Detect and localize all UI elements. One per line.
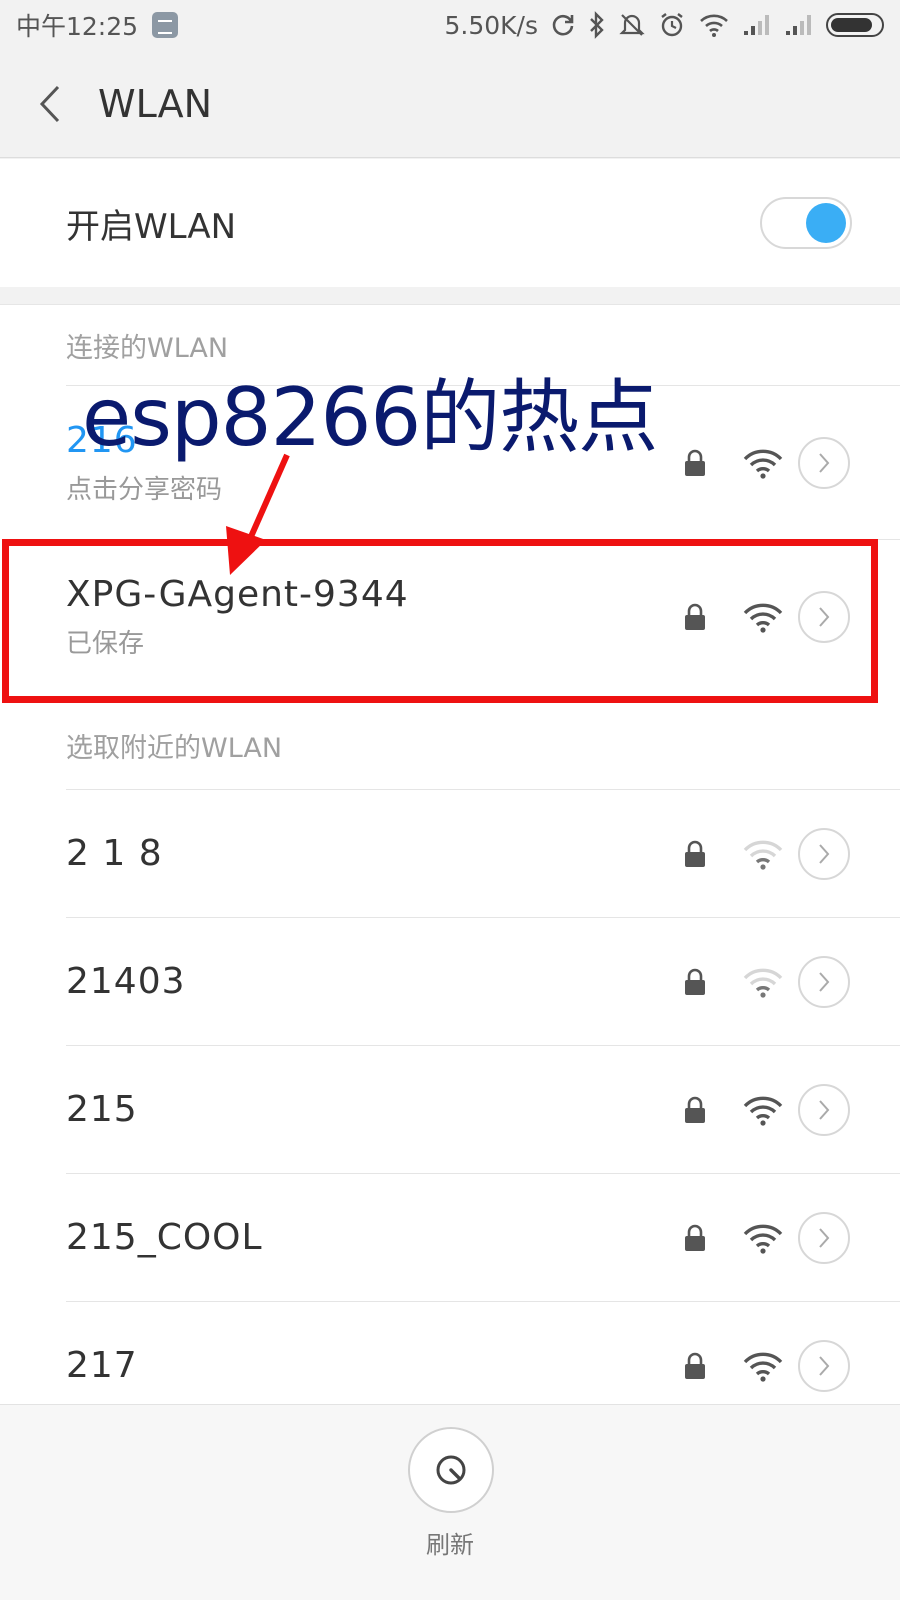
network-details-button[interactable]	[798, 590, 850, 643]
toggle-knob	[806, 203, 846, 243]
network-speed: 5.50K/s	[444, 10, 538, 40]
wlan-toggle-row[interactable]: 开启WLAN	[0, 159, 900, 287]
network-ssid: 2 1 8	[66, 833, 163, 874]
back-button[interactable]	[0, 50, 90, 158]
chevron-right-icon	[819, 606, 830, 627]
network-details-button[interactable]	[798, 1339, 850, 1392]
signal-icon	[742, 13, 772, 37]
wifi-signal-icon	[742, 966, 784, 998]
wlan-toggle-label: 开启WLAN	[66, 206, 237, 247]
network-details-button[interactable]	[798, 1211, 850, 1264]
bottom-bar: 刷新	[0, 1404, 900, 1600]
signal-icon	[784, 13, 814, 37]
lock-icon	[684, 1096, 706, 1124]
bluetooth-icon	[588, 11, 606, 39]
battery-level	[831, 18, 872, 32]
wifi-signal-icon	[742, 838, 784, 870]
network-status: 点击分享密码	[66, 474, 223, 505]
chevron-left-icon	[39, 85, 60, 122]
wifi-signal-icon	[742, 1094, 784, 1126]
app-notification-icon	[152, 12, 179, 38]
network-ssid: 215_COOL	[66, 1217, 263, 1258]
refresh-button[interactable]	[408, 1427, 494, 1513]
network-status: 已保存	[66, 628, 145, 659]
lock-icon	[684, 449, 706, 477]
wifi-signal-icon	[742, 447, 784, 479]
lock-icon	[684, 603, 706, 631]
nearby-section-header: 选取附近的WLAN	[66, 732, 283, 764]
network-details-button[interactable]	[798, 436, 850, 489]
network-row[interactable]: XPG-GAgent-9344 已保存	[66, 539, 900, 693]
network-ssid: XPG-GAgent-9344	[66, 573, 409, 615]
network-ssid: 217	[66, 1345, 138, 1386]
battery-icon	[826, 13, 884, 37]
annotation-label: esp8266的热点	[82, 371, 658, 464]
network-row[interactable]: 215_COOL	[66, 1173, 900, 1301]
lock-icon	[684, 1224, 706, 1252]
page-title: WLAN	[98, 81, 213, 126]
status-bar: 中午12:25 5.50K/s	[0, 0, 900, 50]
network-row[interactable]: 215	[66, 1045, 900, 1173]
network-details-button[interactable]	[798, 955, 850, 1008]
mute-icon	[618, 11, 646, 39]
wifi-icon	[698, 12, 730, 38]
chevron-right-icon	[819, 971, 830, 992]
chevron-right-icon	[819, 843, 830, 864]
wifi-signal-icon	[742, 1350, 784, 1382]
chevron-right-icon	[819, 452, 830, 473]
action-bar: WLAN	[0, 50, 900, 158]
chevron-right-icon	[819, 1355, 830, 1376]
network-ssid: 215	[66, 1089, 138, 1130]
network-details-button[interactable]	[798, 1083, 850, 1136]
network-details-button[interactable]	[798, 827, 850, 880]
alarm-icon	[658, 11, 686, 39]
network-row[interactable]: 21403	[66, 917, 900, 1045]
wifi-signal-icon	[742, 1222, 784, 1254]
network-row[interactable]: 2 1 8	[66, 789, 900, 917]
chevron-right-icon	[819, 1227, 830, 1248]
refresh-icon	[436, 1455, 466, 1485]
wlan-toggle-switch[interactable]	[760, 197, 852, 249]
sync-icon	[550, 12, 576, 38]
refresh-label: 刷新	[426, 1531, 474, 1559]
lock-icon	[684, 1352, 706, 1380]
wlan-list: 连接的WLAN 216 点击分享密码 XPG-GAgent-9344 已保存 选…	[0, 304, 900, 1404]
wifi-signal-icon	[742, 601, 784, 633]
network-ssid: 21403	[66, 961, 186, 1002]
lock-icon	[684, 840, 706, 868]
chevron-right-icon	[819, 1099, 830, 1120]
lock-icon	[684, 968, 706, 996]
status-time: 中午12:25	[16, 12, 139, 41]
